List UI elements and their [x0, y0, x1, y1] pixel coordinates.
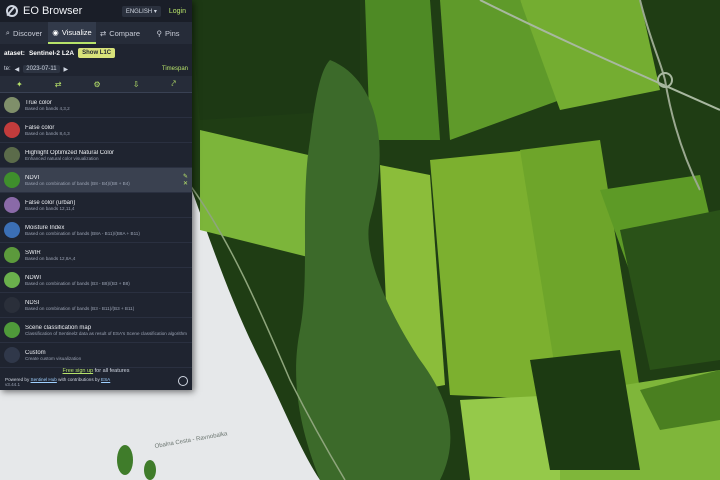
layer-thumbnail — [4, 322, 20, 338]
layer-text: NDSI Based on combination of bands (B3 - … — [25, 300, 188, 311]
panel-footer: Free sign up for all features Powered by… — [0, 365, 192, 390]
sidebar-panel: EO Browser ENGLISH ▾ Login ⌕ Discover ◉ Vi… — [0, 0, 192, 390]
language-select[interactable]: ENGLISH ▾ — [121, 5, 161, 17]
layer-description: Based on combination of bands (B8 - B4)/… — [25, 180, 130, 186]
show-l1c-button[interactable]: Show L1C — [78, 48, 116, 58]
main-tabs: ⌕ Discover ◉ Visualize ⇄ Compare ⚲ Pins — [0, 22, 192, 44]
layer-item[interactable]: NDVI Based on combination of bands (B8 - … — [0, 168, 192, 193]
layer-text: NDVI Based on combination of bands (B8 - … — [25, 175, 183, 186]
layer-text: Highlight Optimized Natural Color Enhance… — [25, 150, 188, 161]
layer-text: NDWI Based on combination of bands (B3 - … — [25, 275, 188, 286]
layer-text: True color Based on bands 4,3,2 — [25, 100, 188, 111]
dataset-row: ataset: Sentinel-2 L2A Show L1C — [0, 44, 192, 62]
layer-thumbnail — [4, 197, 20, 213]
pin-icon[interactable]: ✦ — [16, 80, 23, 89]
layer-description: Classification of Sentinel2 data as resu… — [25, 330, 187, 336]
compare-icon: ⇄ — [99, 28, 107, 38]
dataset-label: ataset: — [4, 49, 25, 57]
layer-thumbnail — [4, 172, 20, 188]
layer-item[interactable]: Scene classification map Classification o… — [0, 318, 192, 343]
layer-item[interactable]: NDWI Based on combination of bands (B3 - … — [0, 268, 192, 293]
dataset-value[interactable]: Sentinel-2 L2A — [29, 50, 74, 57]
islet — [117, 445, 133, 475]
layer-text: False color (urban) Based on bands 12,11,… — [25, 200, 188, 211]
layer-item[interactable]: False color Based on bands 8,4,3 — [0, 118, 192, 143]
date-label: te: — [4, 66, 11, 72]
next-date-icon[interactable]: ▶ — [64, 66, 69, 73]
login-link[interactable]: Login — [169, 8, 186, 15]
layer-text: Scene classification map Classification o… — [25, 325, 188, 336]
eo-browser-logo-icon — [6, 5, 18, 17]
layer-item[interactable]: NDSI Based on combination of bands (B3 - … — [0, 293, 192, 318]
layer-item[interactable]: Moisture Index Based on combination of ba… — [0, 218, 192, 243]
esa-link[interactable]: ESA — [101, 377, 110, 382]
github-icon[interactable] — [178, 376, 188, 386]
layer-description: Based on bands 12,8A,4 — [25, 255, 76, 261]
eye-icon: ◉ — [52, 27, 59, 37]
layer-thumbnail — [4, 272, 20, 288]
sentinel-hub-link[interactable]: Sentinel Hub — [31, 377, 57, 382]
layer-description: Based on bands 8,4,3 — [25, 130, 70, 136]
layer-text: SWIR Based on bands 12,8A,4 — [25, 250, 188, 261]
layer-description: Based on combination of bands (B8A - B11… — [25, 230, 140, 236]
layer-thumbnail — [4, 297, 20, 313]
tab-pins[interactable]: ⚲ Pins — [144, 22, 192, 44]
download-icon[interactable]: ⇩ — [133, 80, 140, 89]
layer-description: Based on bands 12,11,4 — [25, 205, 75, 211]
layer-thumbnail — [4, 247, 20, 263]
compare-icon[interactable]: ⇄ — [55, 80, 62, 89]
layer-item[interactable]: True color Based on bands 4,3,2 — [0, 93, 192, 118]
layer-toolbar: ✦ ⇄ ⚙ ⇩ ⤤ — [0, 76, 192, 93]
islet — [144, 460, 156, 480]
layer-thumbnail — [4, 122, 20, 138]
app-header: EO Browser ENGLISH ▾ Login — [0, 0, 192, 22]
settings-icon[interactable]: ⚙ — [93, 80, 100, 89]
timespan-link[interactable]: Timespan — [162, 66, 188, 72]
layer-text: Moisture Index Based on combination of ba… — [25, 225, 188, 236]
layer-description: Enhanced natural color visualization — [25, 155, 99, 161]
layer-text: Custom Create custom visualization — [25, 350, 188, 361]
layer-text: False color Based on bands 8,4,3 — [25, 125, 188, 136]
layer-item[interactable]: SWIR Based on bands 12,8A,4 — [0, 243, 192, 268]
pin-icon: ⚲ — [156, 28, 162, 38]
tab-discover[interactable]: ⌕ Discover — [0, 22, 48, 44]
layer-thumbnail — [4, 147, 20, 163]
signup-row: Free sign up for all features — [62, 368, 130, 374]
layer-description: Based on combination of bands (B3 - B8)/… — [25, 280, 130, 286]
layer-thumbnail — [4, 97, 20, 113]
edit-icon[interactable]: ✎ — [183, 173, 188, 180]
layer-thumbnail — [4, 222, 20, 238]
search-icon: ⌕ — [5, 28, 10, 37]
version: v3.44.1 — [5, 382, 21, 387]
close-icon[interactable]: ✕ — [183, 180, 188, 187]
signup-link[interactable]: Free sign up — [63, 368, 94, 374]
app-title: EO Browser — [23, 5, 83, 17]
prev-date-icon[interactable]: ◀ — [15, 66, 20, 73]
share-icon[interactable]: ⤤ — [171, 79, 176, 89]
layer-actions: ✎ ✕ — [183, 173, 188, 187]
layer-thumbnail — [4, 347, 20, 363]
field — [365, 0, 440, 140]
date-row: te: ◀ 2023-07-11 ▶ Timespan — [0, 62, 192, 76]
layer-item[interactable]: False color (urban) Based on bands 12,11,… — [0, 193, 192, 218]
date-value[interactable]: 2023-07-11 — [23, 65, 60, 73]
layer-list: True color Based on bands 4,3,2 False colo… — [0, 93, 192, 368]
layer-description: Based on combination of bands (B3 - B11)… — [25, 305, 135, 311]
tab-compare[interactable]: ⇄ Compare — [96, 22, 144, 44]
layer-description: Create custom visualization — [25, 355, 82, 361]
layer-description: Based on bands 4,3,2 — [25, 105, 70, 111]
tab-visualize[interactable]: ◉ Visualize — [48, 22, 96, 44]
layer-item[interactable]: Highlight Optimized Natural Color Enhance… — [0, 143, 192, 168]
